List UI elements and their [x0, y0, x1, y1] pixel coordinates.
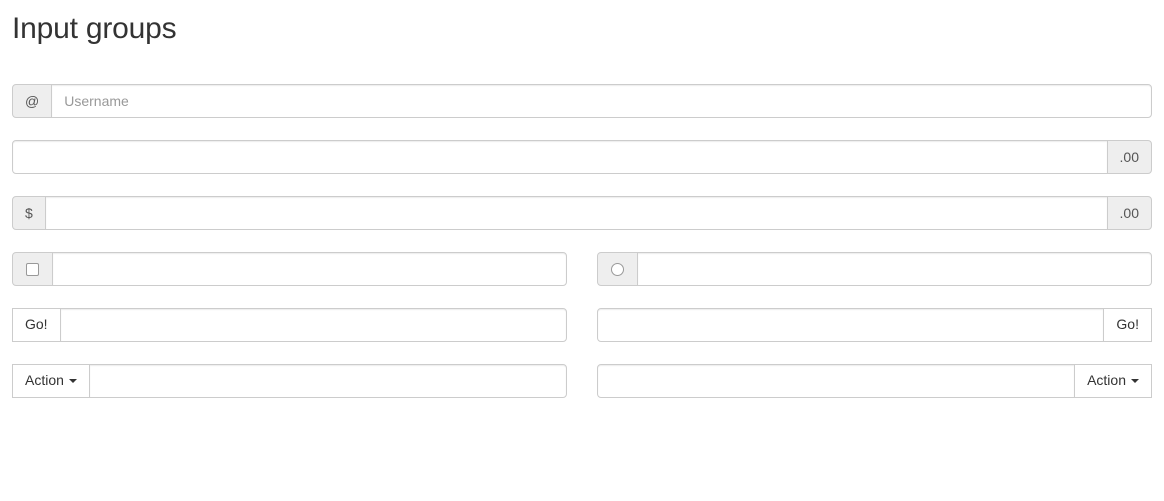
action-prefix-button-wrap: Action — [12, 364, 90, 398]
checkbox-unchecked-icon[interactable] — [26, 262, 39, 276]
checkbox-addon — [12, 252, 53, 286]
go-button-right[interactable]: Go! — [1103, 308, 1152, 342]
col-checkbox — [12, 252, 582, 286]
row-go-buttons: Go! Go! — [12, 308, 1152, 342]
go-suffix-button-wrap: Go! — [1103, 308, 1152, 342]
caret-down-icon — [68, 379, 77, 383]
dollar-sign-addon: $ — [12, 196, 46, 230]
col-username: @ — [12, 84, 1152, 118]
input-group-checkbox — [12, 252, 567, 286]
input-groups-page: Input groups @ .00 $ .00 — [0, 0, 1164, 398]
action-suffix-button-wrap: Action — [1074, 364, 1152, 398]
input-group-action-suffix: Action — [597, 364, 1152, 398]
price-input[interactable] — [44, 196, 1108, 230]
col-go-prefix: Go! — [12, 308, 582, 342]
row-action-dropdowns: Action Action — [12, 364, 1152, 398]
go-prefix-button-wrap: Go! — [12, 308, 61, 342]
amount-input[interactable] — [12, 140, 1108, 174]
action-dropdown-left[interactable]: Action — [12, 364, 90, 398]
row-username: @ — [12, 84, 1152, 118]
action-dropdown-right-label: Action — [1087, 372, 1126, 388]
col-dollars-cents: $ .00 — [12, 196, 1152, 230]
row-dollars-cents: $ .00 — [12, 196, 1152, 230]
col-radio — [582, 252, 1152, 286]
input-group-go-suffix: Go! — [597, 308, 1152, 342]
col-action-prefix: Action — [12, 364, 582, 398]
page-title: Input groups — [12, 12, 177, 45]
username-input[interactable] — [51, 84, 1152, 118]
input-group-cents-suffix: .00 — [12, 140, 1152, 174]
row-cents-suffix: .00 — [12, 140, 1152, 174]
radio-unchecked-icon[interactable] — [611, 262, 624, 276]
go-prefix-input[interactable] — [59, 308, 567, 342]
action-dropdown-left-label: Action — [25, 372, 64, 388]
go-button-left[interactable]: Go! — [12, 308, 61, 342]
cents-suffix-addon-2: .00 — [1106, 196, 1152, 230]
go-suffix-input[interactable] — [597, 308, 1105, 342]
radio-group-input[interactable] — [637, 252, 1152, 286]
col-action-suffix: Action — [582, 364, 1152, 398]
radio-addon — [597, 252, 638, 286]
action-suffix-input[interactable] — [597, 364, 1076, 398]
action-prefix-input[interactable] — [88, 364, 567, 398]
input-group-radio — [597, 252, 1152, 286]
caret-down-icon — [1131, 379, 1139, 383]
col-go-suffix: Go! — [582, 308, 1152, 342]
input-group-dollars-cents: $ .00 — [12, 196, 1152, 230]
input-group-go-prefix: Go! — [12, 308, 567, 342]
action-dropdown-right[interactable]: Action — [1074, 364, 1152, 398]
col-cents-suffix: .00 — [12, 140, 1152, 174]
at-symbol-addon: @ — [12, 84, 53, 118]
input-group-username: @ — [12, 84, 1152, 118]
row-checkbox-radio — [12, 252, 1152, 286]
checkbox-group-input[interactable] — [52, 252, 567, 286]
cents-suffix-addon: .00 — [1106, 140, 1152, 174]
input-group-action-prefix: Action — [12, 364, 567, 398]
